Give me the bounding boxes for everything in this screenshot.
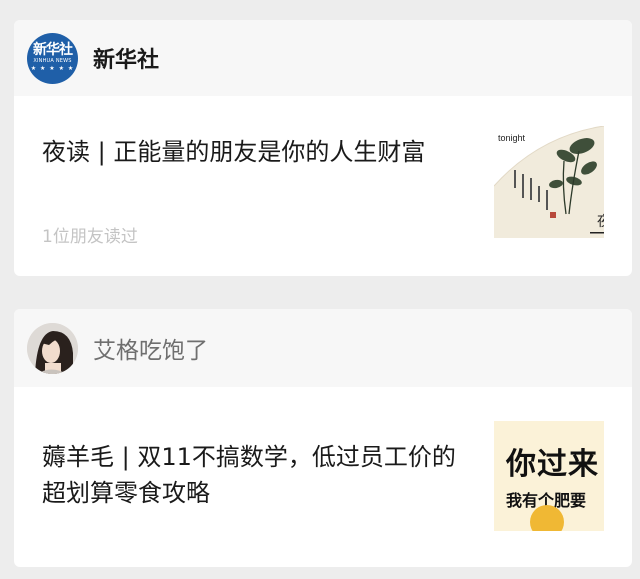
card-body[interactable]: 薅羊毛 | 双11不搞数学，低过员工价的超划算零食攻略 你过来 我有个肥要 [14, 387, 632, 567]
read-count: 1位朋友读过 [42, 227, 138, 247]
article-card[interactable]: 新华社 XINHUA NEWS ★ ★ ★ ★ ★ 新华社 夜读 | 正能量的朋… [14, 20, 632, 276]
card-header[interactable]: 新华社 XINHUA NEWS ★ ★ ★ ★ ★ 新华社 [14, 20, 632, 96]
paw-icon [530, 505, 564, 531]
stars-icon: ★ ★ ★ ★ ★ [30, 65, 75, 72]
thumbnail-caption: tonight [498, 133, 526, 143]
logo-subtext: XINHUA NEWS [33, 58, 72, 64]
fan-painting-image: tonight 夜 [494, 126, 604, 238]
svg-text:夜: 夜 [597, 214, 604, 230]
source-name[interactable]: 新华社 [93, 42, 159, 74]
article-title[interactable]: 夜读 | 正能量的朋友是你的人生财富 [42, 134, 472, 170]
card-header[interactable]: 艾格吃饱了 [14, 309, 632, 387]
article-card[interactable]: 艾格吃饱了 薅羊毛 | 双11不搞数学，低过员工价的超划算零食攻略 你过来 我有… [14, 309, 632, 567]
article-thumbnail[interactable]: tonight 夜 [494, 126, 604, 238]
source-name[interactable]: 艾格吃饱了 [93, 331, 208, 365]
avatar[interactable] [27, 322, 78, 374]
card-body[interactable]: 夜读 | 正能量的朋友是你的人生财富 1位朋友读过 tonight [14, 96, 632, 276]
thumbnail-text: 你过来 [506, 447, 599, 482]
article-title[interactable]: 薅羊毛 | 双11不搞数学，低过员工价的超划算零食攻略 [42, 439, 472, 511]
logo-text: 新华社 [33, 42, 73, 58]
avatar[interactable]: 新华社 XINHUA NEWS ★ ★ ★ ★ ★ [27, 32, 78, 84]
article-thumbnail[interactable]: 你过来 我有个肥要 [494, 421, 604, 531]
